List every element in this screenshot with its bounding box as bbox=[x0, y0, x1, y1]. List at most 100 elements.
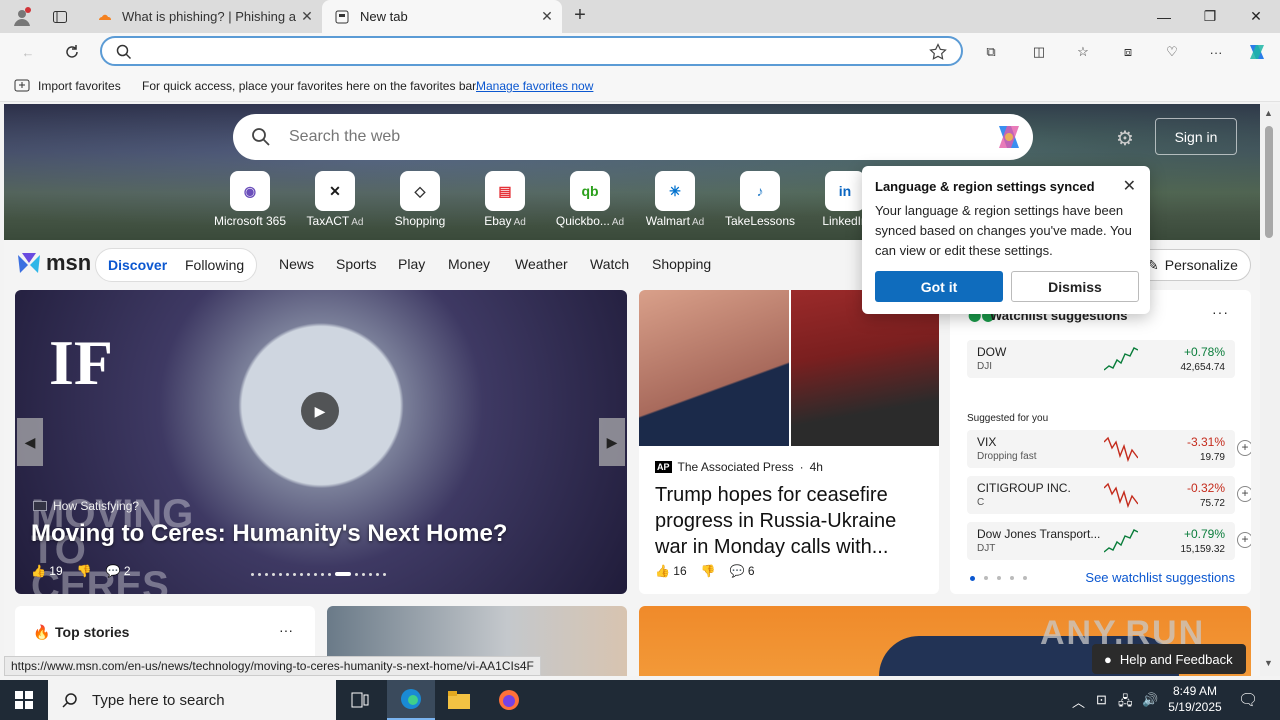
copilot-icon[interactable] bbox=[1244, 39, 1270, 65]
quick-link-tile[interactable]: ◉ Microsoft 365 bbox=[210, 171, 290, 228]
new-tab-button[interactable]: + bbox=[568, 4, 592, 28]
feature-video-card[interactable]: IF ◀ ▶ ▶ MOVING TO CERES How Satisfying?… bbox=[15, 290, 627, 594]
profile-icon[interactable] bbox=[10, 5, 34, 29]
scroll-thumb[interactable] bbox=[1265, 126, 1273, 238]
collections-icon[interactable]: ⧈ bbox=[1115, 39, 1141, 65]
refresh-button[interactable] bbox=[59, 39, 85, 65]
personalize-button[interactable]: ✎ Personalize bbox=[1134, 249, 1251, 281]
web-search-box[interactable] bbox=[233, 114, 1033, 160]
favorite-star-icon[interactable] bbox=[929, 43, 947, 61]
news-card[interactable]: AP The Associated Press · 4h Trump hopes… bbox=[639, 290, 939, 594]
feature-headline[interactable]: Moving to Ceres: Humanity's Next Home? bbox=[31, 520, 507, 548]
stock-price: 19.79 bbox=[1199, 452, 1225, 463]
ad-badge: Ad bbox=[351, 217, 364, 228]
quick-link-label: TakeLessons bbox=[724, 214, 796, 228]
tab-following[interactable]: Following bbox=[185, 257, 244, 273]
tab-new-tab[interactable]: New tab ✕ bbox=[322, 0, 562, 33]
windows-start-icon[interactable] bbox=[0, 680, 48, 720]
add-to-watchlist-icon[interactable]: + bbox=[1237, 486, 1251, 502]
browser-essentials-icon[interactable]: ♡ bbox=[1159, 39, 1185, 65]
nav-money[interactable]: Money bbox=[448, 256, 490, 272]
edge-taskbar-icon[interactable] bbox=[387, 680, 435, 720]
add-to-watchlist-icon[interactable]: + bbox=[1237, 532, 1251, 548]
dislike-icon[interactable]: 👎 bbox=[701, 564, 716, 578]
carousel-prev-button[interactable]: ◀ bbox=[17, 418, 43, 466]
carousel-dots bbox=[251, 572, 386, 576]
like-button[interactable]: 👍 19 bbox=[31, 564, 63, 578]
help-feedback-button[interactable]: ● Help and Feedback bbox=[1092, 644, 1246, 674]
msn-logo[interactable]: msn bbox=[16, 250, 91, 276]
nav-sports[interactable]: Sports bbox=[336, 256, 376, 272]
suggested-label: Suggested for you bbox=[967, 413, 1049, 424]
more-options-icon[interactable]: ··· bbox=[279, 622, 293, 638]
quick-link-tile[interactable]: ♪ TakeLessons bbox=[720, 171, 800, 228]
more-options-icon[interactable]: ··· bbox=[1212, 304, 1229, 320]
play-icon[interactable]: ▶ bbox=[301, 392, 339, 430]
show-hidden-icons[interactable]: ︿ bbox=[1072, 692, 1085, 711]
address-bar[interactable] bbox=[100, 36, 963, 66]
restore-button[interactable]: ❐ bbox=[1187, 0, 1233, 33]
if-logo: IF bbox=[49, 327, 113, 398]
like-count: 16 bbox=[673, 564, 687, 578]
scroll-up-icon[interactable]: ▲ bbox=[1264, 108, 1273, 118]
volume-icon[interactable]: 🔊 bbox=[1142, 692, 1158, 708]
page-settings-icon[interactable]: ⚙ bbox=[1116, 126, 1134, 151]
nav-weather[interactable]: Weather bbox=[515, 256, 568, 272]
dislike-icon[interactable]: 👎 bbox=[77, 564, 92, 578]
close-window-button[interactable]: ✕ bbox=[1233, 0, 1279, 33]
comment-button[interactable]: 💬 2 bbox=[106, 564, 131, 578]
notifications-icon[interactable]: 🗨 bbox=[1238, 690, 1258, 710]
clock-time: 8:49 AM bbox=[1172, 684, 1218, 698]
nav-watch[interactable]: Watch bbox=[590, 256, 629, 272]
copilot-icon[interactable] bbox=[993, 122, 1025, 152]
nav-news[interactable]: News bbox=[279, 256, 314, 272]
quick-link-tile[interactable]: ✕ TaxACT Ad bbox=[295, 171, 375, 228]
news-image-left bbox=[639, 290, 789, 446]
meet-now-icon[interactable]: ⊡ bbox=[1096, 692, 1107, 708]
nav-shopping[interactable]: Shopping bbox=[652, 256, 711, 272]
scroll-down-icon[interactable]: ▼ bbox=[1264, 658, 1273, 668]
sign-in-button[interactable]: Sign in bbox=[1155, 118, 1237, 155]
address-input[interactable] bbox=[142, 42, 922, 62]
taskbar-search[interactable]: Type here to search bbox=[48, 680, 336, 720]
tab-actions-icon[interactable] bbox=[48, 5, 72, 29]
comment-button[interactable]: 💬 6 bbox=[730, 564, 755, 578]
quick-link-tile[interactable]: qb Quickbo... Ad bbox=[550, 171, 630, 228]
firefox-icon[interactable] bbox=[485, 680, 533, 720]
task-view-icon[interactable] bbox=[336, 680, 384, 720]
network-icon[interactable]: 🖧 bbox=[1118, 692, 1133, 714]
more-menu-icon[interactable]: ··· bbox=[1203, 39, 1229, 65]
dismiss-button[interactable]: Dismiss bbox=[1011, 271, 1139, 302]
close-tab-icon[interactable]: ✕ bbox=[296, 8, 318, 25]
like-button[interactable]: 👍 16 bbox=[655, 564, 687, 578]
vertical-scrollbar[interactable]: ▲ ▼ bbox=[1260, 104, 1280, 676]
stock-row[interactable]: Dow Jones Transport... DJT +0.79% 15,159.32… bbox=[967, 522, 1251, 560]
got-it-button[interactable]: Got it bbox=[875, 271, 1003, 302]
stock-row[interactable]: DOW DJI +0.78% 42,654.74 bbox=[967, 340, 1235, 378]
web-search-input[interactable] bbox=[289, 127, 969, 147]
tab-discover[interactable]: Discover bbox=[108, 257, 167, 273]
import-favorites-button[interactable]: Import favorites bbox=[14, 79, 121, 93]
close-tab-icon[interactable]: ✕ bbox=[536, 8, 558, 25]
news-headline[interactable]: Trump hopes for ceasefire progress in Ru… bbox=[655, 482, 927, 560]
nav-play[interactable]: Play bbox=[398, 256, 425, 272]
minimize-button[interactable]: — bbox=[1141, 0, 1187, 33]
close-icon[interactable]: ✕ bbox=[1123, 176, 1136, 196]
favorites-icon[interactable]: ☆ bbox=[1070, 39, 1096, 65]
clock[interactable]: 8:49 AM 5/19/2025 bbox=[1160, 683, 1230, 715]
stock-row[interactable]: CITIGROUP INC. C -0.32% 75.72 + bbox=[967, 476, 1251, 514]
carousel-next-button[interactable]: ▶ bbox=[599, 418, 625, 466]
file-explorer-icon[interactable] bbox=[435, 680, 483, 720]
add-to-watchlist-icon[interactable]: + bbox=[1237, 440, 1251, 456]
split-screen-icon[interactable]: ◫ bbox=[1026, 39, 1052, 65]
manage-favorites-link[interactable]: Manage favorites now bbox=[476, 79, 593, 93]
stock-row[interactable]: VIX Dropping fast -3.31% 19.79 + bbox=[967, 430, 1251, 468]
back-button[interactable]: ← bbox=[15, 39, 41, 65]
quick-link-tile[interactable]: ▤ Ebay Ad bbox=[465, 171, 545, 228]
quick-link-tile[interactable]: ◇ Shopping bbox=[380, 171, 460, 228]
quick-link-tile[interactable]: ✳ Walmart Ad bbox=[635, 171, 715, 228]
extensions-icon[interactable]: ⧉ bbox=[978, 39, 1004, 65]
see-watchlist-link[interactable]: See watchlist suggestions bbox=[1085, 570, 1235, 585]
tab-phishing[interactable]: What is phishing? | Phishing atta ✕ bbox=[84, 0, 322, 33]
news-age: 4h bbox=[809, 460, 823, 474]
